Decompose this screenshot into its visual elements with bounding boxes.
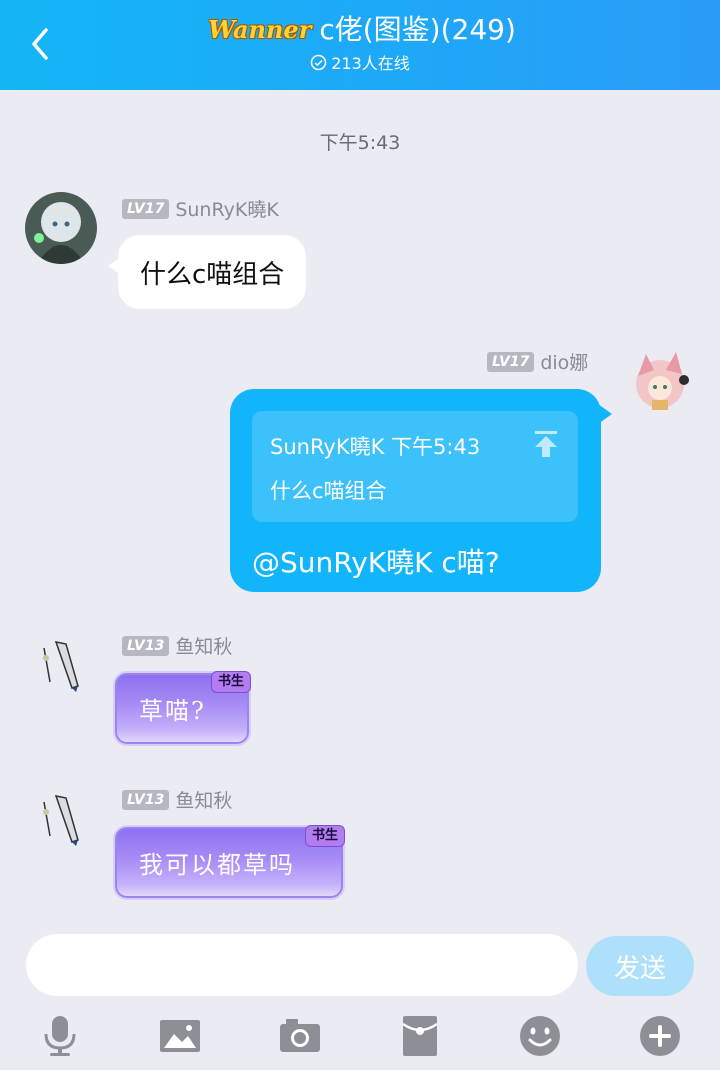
message-input[interactable] [26,934,578,996]
camera-button[interactable] [278,1014,322,1058]
online-check-icon [310,54,327,70]
message-bubble[interactable]: 草喵? 书生 [113,671,251,746]
sender-name[interactable]: dio娜 [540,348,588,375]
header-title-block: Wanner c佬(图鉴)(249) 213人在线 [0,12,720,74]
jump-to-quote-icon[interactable] [532,429,560,459]
sender-name[interactable]: 鱼知秋 [175,786,232,813]
level-badge: LV17 [122,198,170,219]
sender-meta: LV13 鱼知秋 [122,786,232,813]
emoji-icon [520,1016,560,1056]
sender-meta: LV17 SunRyK曉K [122,195,279,222]
level-badge: LV17 [487,351,535,372]
title-badge: 书生 [304,825,345,847]
sender-name[interactable]: 鱼知秋 [175,632,232,659]
message-bubble[interactable]: 我可以都草吗 书生 [113,825,345,900]
message-text: 我可以都草吗 [139,851,295,879]
online-count: 213人在线 [0,50,720,74]
title-badge: 书生 [210,671,251,693]
red-packet-button[interactable] [398,1014,442,1058]
message-text: 什么c喵组合 [140,259,285,290]
message-text: @SunRyK曉K c喵? [252,546,500,579]
quote-text: 什么c喵组合 [270,479,387,503]
avatar-yuzhiqiu[interactable] [36,638,86,694]
sender-meta: LV13 鱼知秋 [122,632,232,659]
more-button[interactable] [638,1014,682,1058]
image-button[interactable] [158,1014,202,1058]
image-icon [160,1020,200,1052]
chat-header: Wanner c佬(图鉴)(249) 213人在线 [0,0,720,90]
composer-bar: 发送 [0,918,720,1070]
avatar-yuzhiqiu[interactable] [36,792,86,848]
online-count-text: 213人在线 [331,54,410,73]
avatar-sunryk[interactable] [25,192,97,264]
microphone-icon [44,1016,76,1056]
camera-icon [280,1019,320,1052]
red-packet-icon [402,1016,438,1056]
sender-meta: LV17 dio娜 [487,348,588,375]
level-badge: LV13 [122,789,170,810]
send-button[interactable]: 发送 [586,936,694,996]
self-message-bubble[interactable]: SunRyK曉K 下午5:43 什么c喵组合 @SunRyK曉K c喵? [230,389,601,592]
group-title[interactable]: c佬(图鉴)(249) [319,12,516,48]
avatar-dio[interactable] [626,346,696,416]
sender-name[interactable]: SunRyK曉K [175,195,278,222]
level-badge: LV13 [122,635,170,656]
message-timestamp: 下午5:43 [319,132,401,154]
message-text: 草喵? [139,697,206,725]
message-bubble[interactable]: 什么c喵组合 [118,235,307,309]
quoted-message[interactable]: SunRyK曉K 下午5:43 什么c喵组合 [252,411,578,522]
emoji-button[interactable] [518,1014,562,1058]
quote-header: SunRyK曉K 下午5:43 [270,435,481,459]
voice-button[interactable] [38,1014,82,1058]
group-logo: Wanner [208,15,312,44]
plus-icon [640,1016,680,1056]
